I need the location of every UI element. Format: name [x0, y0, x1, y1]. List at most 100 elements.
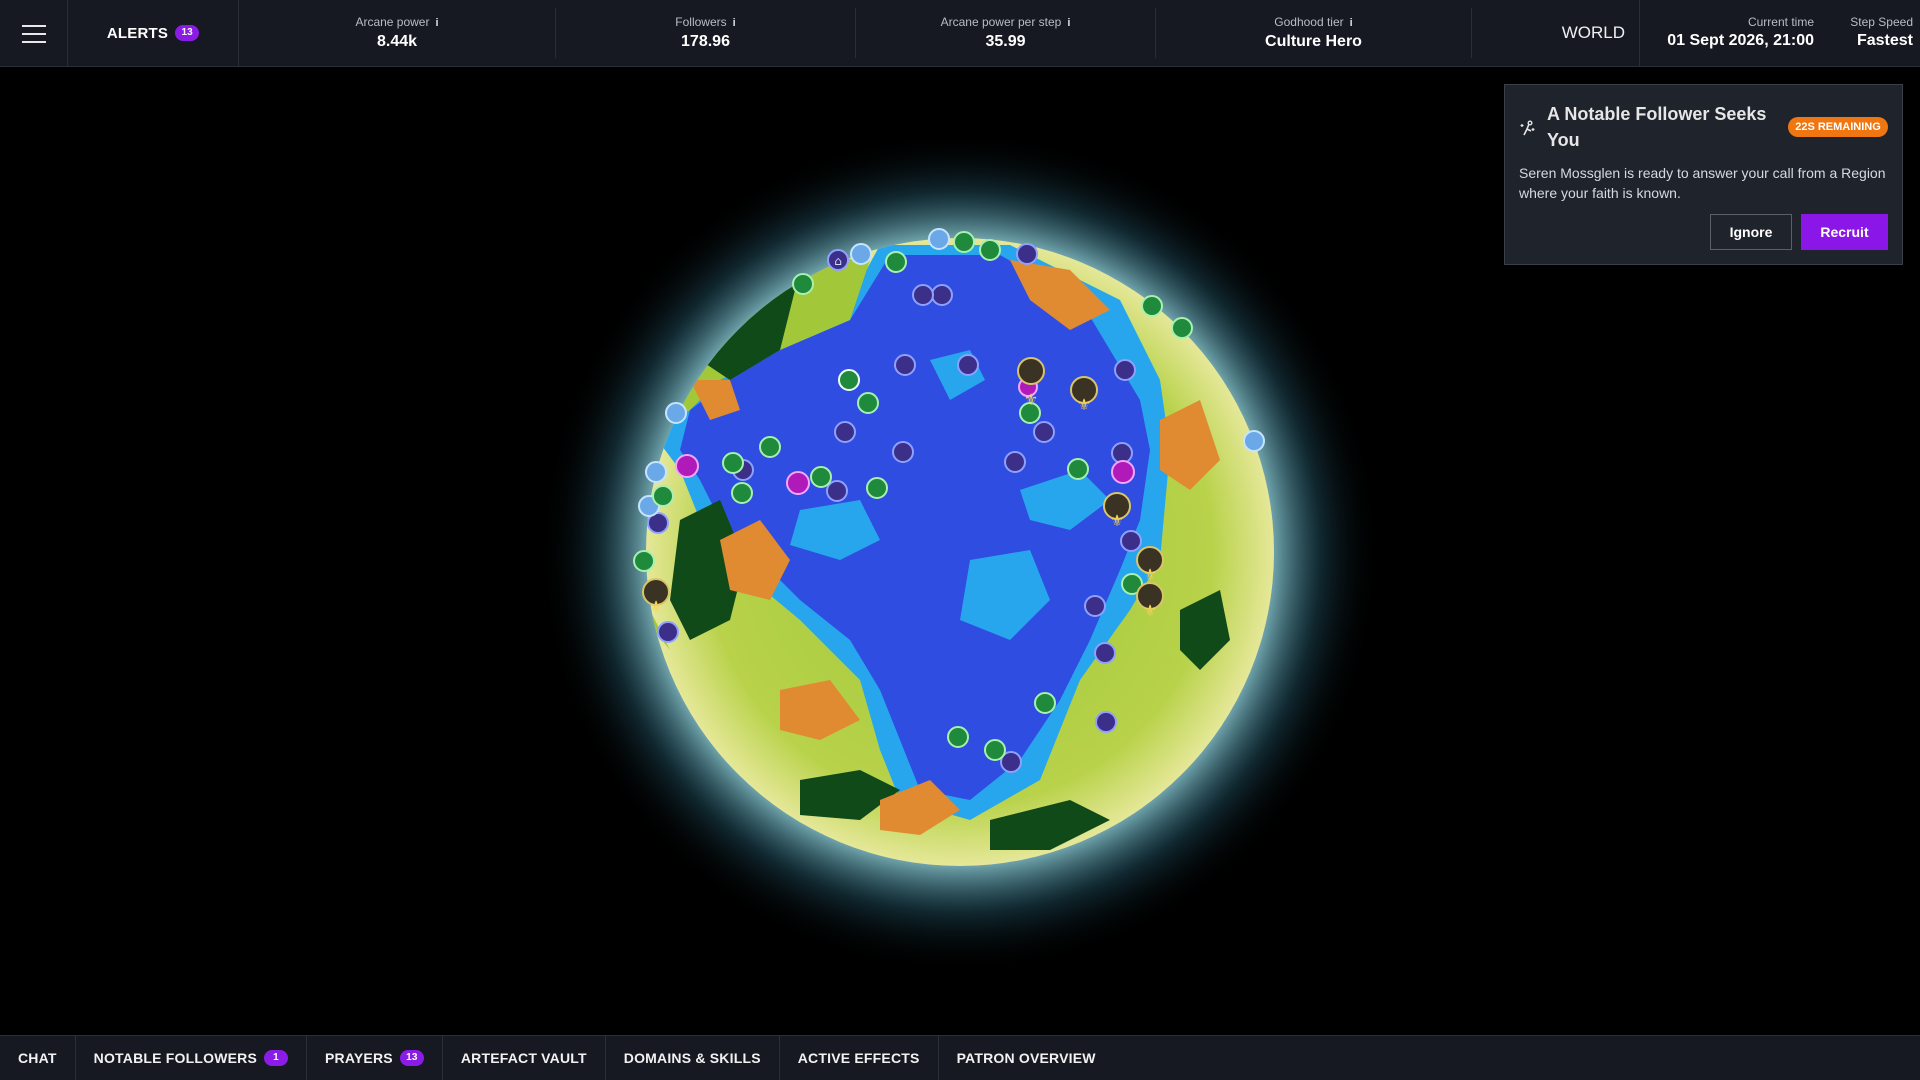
house-icon[interactable] — [1171, 317, 1193, 339]
event-description: Seren Mossglen is ready to answer your c… — [1519, 165, 1886, 201]
hamburger-icon-line — [22, 41, 46, 43]
hamburger-icon — [22, 25, 46, 27]
temple-icon[interactable] — [1094, 642, 1116, 664]
stat-arcane-power-per-step: Arcane power per step i 35.99 — [856, 8, 1156, 58]
step-speed[interactable]: Step Speed Fastest — [1820, 15, 1913, 50]
temple-icon[interactable] — [957, 354, 979, 376]
menu-button[interactable] — [0, 0, 68, 66]
temple-icon[interactable] — [645, 461, 667, 483]
temple-icon[interactable] — [657, 621, 679, 643]
temple-icon[interactable] — [1111, 442, 1133, 464]
house-icon[interactable] — [792, 273, 814, 295]
temple-icon[interactable] — [1004, 451, 1026, 473]
stat-followers-value: 178.96 — [681, 33, 730, 50]
house-icon[interactable] — [1034, 692, 1056, 714]
house-icon[interactable] — [810, 466, 832, 488]
alerts-button[interactable]: ALERTS 13 — [68, 0, 239, 66]
temple-icon[interactable] — [834, 421, 856, 443]
info-icon[interactable]: i — [435, 17, 438, 29]
stat-arcane-power-per-step-value: 35.99 — [985, 33, 1026, 50]
ignore-button[interactable]: Ignore — [1710, 214, 1792, 250]
hamburger-icon-line — [22, 33, 46, 35]
sparkle-person-icon — [1520, 120, 1535, 136]
house-icon[interactable] — [857, 392, 879, 414]
info-icon[interactable]: i — [733, 17, 736, 29]
temple-icon[interactable] — [1084, 595, 1106, 617]
current-time-label: Current time — [1747, 15, 1814, 29]
house-icon[interactable] — [652, 485, 674, 507]
temple-icon[interactable] — [1033, 421, 1055, 443]
house-icon[interactable] — [984, 739, 1006, 761]
step-speed-value[interactable]: Fastest — [1820, 32, 1913, 50]
count-badge: 1 — [264, 1050, 289, 1066]
tab-artefact-vault[interactable]: ARTEFACT VAULT — [443, 1036, 606, 1080]
step-speed-label: Step Speed — [1850, 15, 1913, 29]
house-icon[interactable] — [731, 482, 753, 504]
event-timer-badge: 22S REMAINING — [1788, 117, 1888, 137]
temple-icon[interactable] — [665, 402, 687, 424]
svg-text:⚜: ⚜ — [1143, 601, 1157, 620]
stat-godhood-tier: Godhood tier i Culture Hero — [1156, 8, 1472, 58]
tab-patron-overview[interactable]: PATRON OVERVIEW — [939, 1036, 1114, 1080]
svg-text:⚜: ⚜ — [1024, 390, 1038, 409]
world-button[interactable]: WORLD — [1470, 0, 1639, 66]
temple-icon[interactable] — [826, 480, 848, 502]
temple-icon[interactable] — [1016, 243, 1038, 265]
temple-icon[interactable] — [892, 441, 914, 463]
tab-label: NOTABLE FOLLOWERS — [93, 1050, 258, 1066]
svg-text:⚜: ⚜ — [649, 597, 663, 616]
tab-notable-followers[interactable]: NOTABLE FOLLOWERS 1 — [76, 1036, 308, 1080]
house-icon[interactable] — [838, 369, 860, 391]
shrine-icon[interactable] — [786, 471, 810, 495]
temple-icon[interactable] — [931, 284, 953, 306]
house-icon[interactable] — [979, 239, 1001, 261]
temple-icon[interactable] — [1114, 359, 1136, 381]
house-icon[interactable] — [1141, 295, 1163, 317]
temple-icon[interactable] — [1243, 430, 1265, 452]
house-icon[interactable] — [1067, 458, 1089, 480]
svg-text:⌂: ⌂ — [834, 254, 842, 268]
svg-text:⚜: ⚜ — [1110, 511, 1124, 530]
tab-label: ACTIVE EFFECTS — [797, 1050, 920, 1066]
shrine-icon[interactable] — [1111, 460, 1135, 484]
tab-active-effects[interactable]: ACTIVE EFFECTS — [780, 1036, 939, 1080]
house-icon[interactable] — [759, 436, 781, 458]
stat-arcane-power-label: Arcane power — [355, 15, 430, 29]
bottom-tab-bar: CHAT NOTABLE FOLLOWERS 1 PRAYERS 13 ARTEFA… — [0, 1035, 1920, 1080]
stat-arcane-power-per-step-label: Arcane power per step — [940, 15, 1062, 29]
event-title: A Notable Follower Seeks You — [1547, 104, 1767, 150]
current-time-value: 01 Sept 2026, 21:00 — [1667, 32, 1814, 49]
tab-chat[interactable]: CHAT — [0, 1036, 76, 1080]
temple-icon[interactable] — [894, 354, 916, 376]
count-badge: 13 — [399, 1050, 424, 1066]
recruit-button[interactable]: Recruit — [1801, 214, 1888, 250]
tab-prayers[interactable]: PRAYERS 13 — [307, 1036, 443, 1080]
svg-text:⚜: ⚜ — [1143, 565, 1157, 584]
shrine-icon[interactable] — [675, 454, 699, 478]
tab-domains-skills[interactable]: DOMAINS & SKILLS — [606, 1036, 780, 1080]
info-icon[interactable]: i — [1067, 17, 1070, 29]
tab-label: CHAT — [18, 1050, 57, 1066]
house-icon[interactable] — [722, 452, 744, 474]
info-icon[interactable]: i — [1350, 17, 1353, 29]
temple-icon[interactable] — [928, 228, 950, 250]
stat-followers: Followers i 178.96 — [556, 8, 856, 58]
house-icon[interactable] — [953, 231, 975, 253]
stat-arcane-power: Arcane power i 8.44k — [239, 8, 556, 58]
temple-icon[interactable] — [1095, 711, 1117, 733]
temple-icon[interactable]: ⌂ — [827, 249, 849, 271]
tab-label: DOMAINS & SKILLS — [623, 1050, 761, 1066]
temple-icon[interactable] — [850, 243, 872, 265]
stat-followers-label: Followers — [675, 15, 727, 29]
house-icon[interactable] — [885, 251, 907, 273]
stat-godhood-tier-value: Culture Hero — [1265, 33, 1362, 50]
house-icon[interactable] — [633, 550, 655, 572]
alerts-label: ALERTS — [106, 24, 169, 42]
house-icon[interactable] — [947, 726, 969, 748]
temple-icon[interactable] — [1120, 530, 1142, 552]
house-icon[interactable] — [866, 477, 888, 499]
stat-godhood-tier-label: Godhood tier — [1274, 15, 1344, 29]
stat-label: Godhood tier i — [1156, 15, 1471, 29]
temple-icon[interactable] — [912, 284, 934, 306]
svg-text:⚜: ⚜ — [1077, 395, 1091, 414]
